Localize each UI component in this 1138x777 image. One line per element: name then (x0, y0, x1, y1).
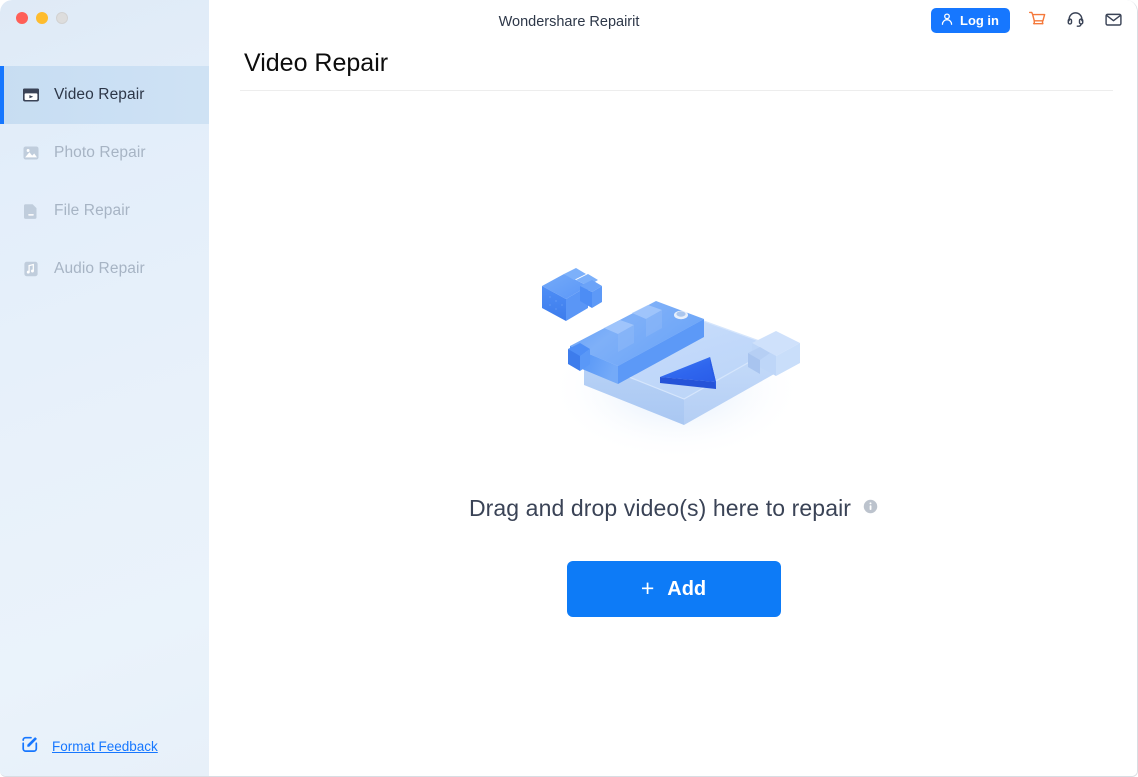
plus-icon: + (640, 574, 655, 601)
sidebar: Video Repair Photo Repair File Repair Au… (0, 0, 209, 776)
login-button[interactable]: Log in (931, 8, 1010, 33)
header-actions: Log in (931, 8, 1124, 33)
app-window: Video Repair Photo Repair File Repair Au… (0, 0, 1138, 777)
photo-repair-icon (22, 144, 40, 162)
dropzone[interactable]: Drag and drop video(s) here to repair + … (209, 91, 1137, 776)
format-feedback-label: Format Feedback (52, 739, 158, 754)
sidebar-nav: Video Repair Photo Repair File Repair Au… (0, 66, 209, 298)
sidebar-item-photo-repair[interactable]: Photo Repair (0, 124, 209, 182)
add-button-label: Add (667, 577, 707, 600)
drop-text: Drag and drop video(s) here to repair (468, 495, 852, 521)
sidebar-item-file-repair[interactable]: File Repair (0, 182, 209, 240)
video-clapperboard-puzzle-illustration (524, 249, 824, 464)
cart-button[interactable] (1026, 10, 1048, 32)
sidebar-item-label: Video Repair (54, 86, 145, 103)
sidebar-item-video-repair[interactable]: Video Repair (0, 66, 209, 124)
login-button-label: Log in (960, 13, 999, 28)
sidebar-item-label: Audio Repair (54, 260, 145, 277)
sidebar-item-audio-repair[interactable]: Audio Repair (0, 240, 209, 298)
edit-square-icon (20, 734, 40, 759)
sidebar-item-label: File Repair (54, 202, 131, 219)
headset-icon (1066, 10, 1085, 32)
titlebar: Wondershare Repairit Log in (209, 0, 1137, 46)
video-repair-icon (22, 86, 40, 104)
info-icon[interactable] (863, 499, 878, 519)
cart-icon (1028, 10, 1047, 32)
format-feedback-link[interactable]: Format Feedback (20, 734, 158, 759)
main-content: Video Repair Drag and drop video(s) here… (209, 46, 1137, 776)
mail-button[interactable] (1102, 10, 1124, 32)
audio-repair-icon (22, 260, 40, 278)
file-repair-icon (22, 202, 40, 220)
drop-text-row: Drag and drop video(s) here to repair (469, 495, 878, 522)
user-icon (940, 12, 954, 29)
page-title: Video Repair (244, 49, 389, 77)
add-button[interactable]: + Add (566, 561, 781, 617)
support-button[interactable] (1064, 10, 1086, 32)
mail-icon (1104, 10, 1123, 32)
sidebar-item-label: Photo Repair (54, 144, 146, 161)
